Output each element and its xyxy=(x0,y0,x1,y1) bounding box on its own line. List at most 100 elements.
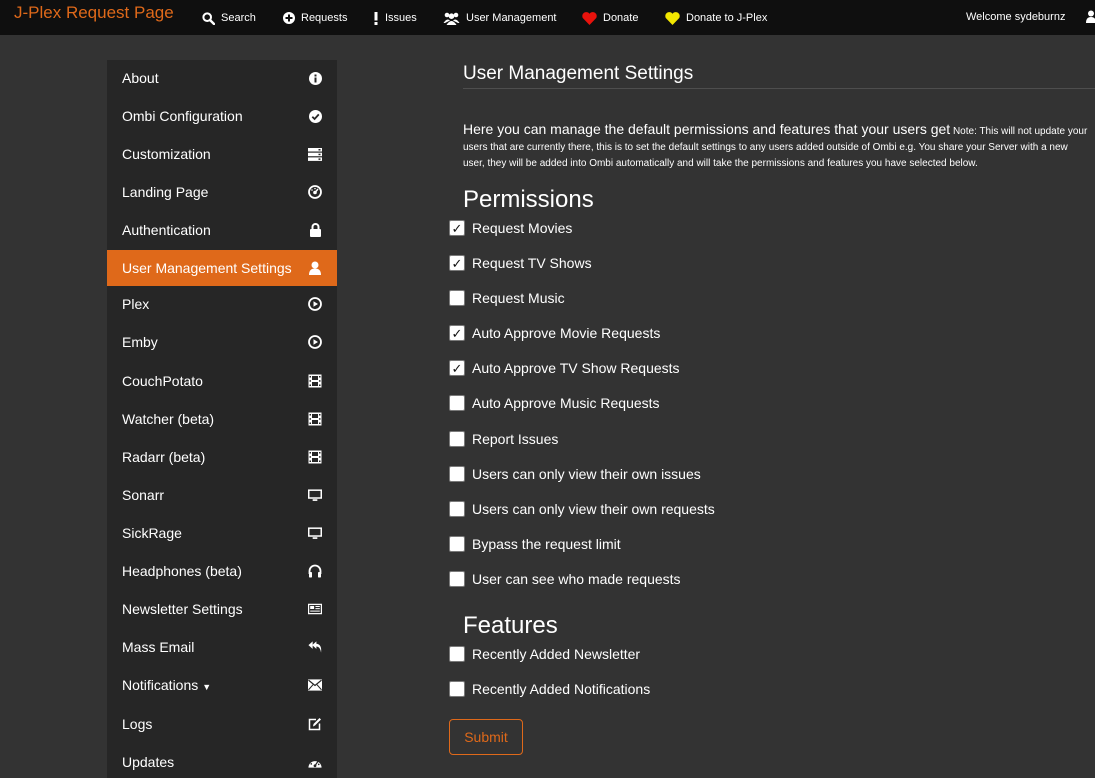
intro-main-text: Here you can manage the default permissi… xyxy=(463,121,951,137)
sidebar-item-couchpotato[interactable]: CouchPotato xyxy=(107,363,337,399)
checkbox[interactable] xyxy=(449,681,465,697)
sidebar-item-label: Notifications ▼ xyxy=(122,677,212,693)
sidebar-item-label: Newsletter Settings xyxy=(122,601,243,617)
permission-see-requester[interactable]: User can see who made requests xyxy=(449,570,681,588)
sidebar-item-label: CouchPotato xyxy=(122,373,203,389)
page-title: User Management Settings xyxy=(463,63,694,84)
sidebar-item-logs[interactable]: Logs xyxy=(107,706,337,742)
check-circle-icon xyxy=(308,109,322,123)
sidebar-item-about[interactable]: About xyxy=(107,60,337,96)
permission-own-requests[interactable]: Users can only view their own requests xyxy=(449,500,715,518)
checkbox[interactable] xyxy=(449,466,465,482)
sidebar-item-sickrage[interactable]: SickRage xyxy=(107,515,337,551)
nav-donate-jplex[interactable]: Donate to J-Plex xyxy=(665,10,767,26)
checkbox[interactable]: ✓ xyxy=(449,255,465,271)
play-circle-icon xyxy=(308,297,322,311)
users-icon xyxy=(443,12,460,25)
sidebar-item-updates[interactable]: Updates xyxy=(107,744,337,778)
checkbox-label: Request Music xyxy=(472,290,565,306)
info-icon xyxy=(308,71,322,85)
checkbox-label: Recently Added Newsletter xyxy=(472,646,641,662)
heart-icon xyxy=(582,11,597,25)
reply-all-icon xyxy=(308,640,322,654)
sidebar-item-label: Customization xyxy=(122,146,211,162)
nav-search[interactable]: Search xyxy=(202,10,256,26)
sidebar-item-label: Updates xyxy=(122,754,175,770)
sidebar-item-headphones[interactable]: Headphones (beta) xyxy=(107,553,337,589)
checkbox[interactable]: ✓ xyxy=(449,325,465,341)
sidebar-item-radarr[interactable]: Radarr (beta) xyxy=(107,439,337,475)
checkbox[interactable] xyxy=(449,501,465,517)
heart-icon xyxy=(665,11,680,25)
sidebar-item-landing-page[interactable]: Landing Page xyxy=(107,174,337,210)
permission-auto-approve-music[interactable]: Auto Approve Music Requests xyxy=(449,394,660,412)
permission-request-music[interactable]: Request Music xyxy=(449,289,565,307)
checkbox-label: User can see who made requests xyxy=(472,571,681,587)
sidebar-item-authentication[interactable]: Authentication xyxy=(107,212,337,248)
permission-auto-approve-tv[interactable]: ✓ Auto Approve TV Show Requests xyxy=(449,359,680,377)
sidebar-item-label: Sonarr xyxy=(122,487,165,503)
checkbox-label: Report Issues xyxy=(472,431,559,447)
monitor-icon xyxy=(308,526,322,540)
sidebar-item-label: Ombi Configuration xyxy=(122,108,243,124)
sidebar-item-emby[interactable]: Emby xyxy=(107,324,337,360)
nav-issues[interactable]: Issues xyxy=(373,10,417,26)
checkbox[interactable] xyxy=(449,395,465,411)
monitor-icon xyxy=(308,488,322,502)
sidebar-item-label: Logs xyxy=(122,716,153,732)
brand-title[interactable]: J-Plex Request Page xyxy=(14,3,174,23)
checkbox-label: Auto Approve Movie Requests xyxy=(472,325,661,341)
submit-button[interactable]: Submit xyxy=(449,719,523,755)
sidebar-item-label: User Management Settings xyxy=(122,260,292,276)
permission-own-issues[interactable]: Users can only view their own issues xyxy=(449,465,701,483)
sidebar-item-label: About xyxy=(122,70,159,86)
nav-user-management[interactable]: User Management xyxy=(443,10,557,26)
permission-request-movies[interactable]: ✓ Request Movies xyxy=(449,219,572,237)
sidebar-item-customization[interactable]: Customization xyxy=(107,136,337,172)
feature-recently-added-notifications[interactable]: Recently Added Notifications xyxy=(449,680,650,698)
checkbox[interactable]: ✓ xyxy=(449,360,465,376)
welcome-user[interactable]: Welcome sydeburnz xyxy=(966,11,1065,23)
sidebar-item-mass-email[interactable]: Mass Email xyxy=(107,629,337,665)
play-circle-icon xyxy=(308,335,322,349)
nav-issues-label: Issues xyxy=(385,12,417,24)
newspaper-icon xyxy=(308,602,322,616)
nav-user-management-label: User Management xyxy=(466,12,557,24)
checkbox[interactable] xyxy=(449,431,465,447)
sidebar-item-user-management-settings[interactable]: User Management Settings xyxy=(107,250,337,286)
checkbox[interactable] xyxy=(449,536,465,552)
sidebar-item-sonarr[interactable]: Sonarr xyxy=(107,477,337,513)
checkbox[interactable] xyxy=(449,571,465,587)
permission-auto-approve-movies[interactable]: ✓ Auto Approve Movie Requests xyxy=(449,324,660,342)
nav-requests[interactable]: Requests xyxy=(283,10,347,26)
sidebar-item-watcher[interactable]: Watcher (beta) xyxy=(107,401,337,437)
film-icon xyxy=(308,412,322,426)
permission-report-issues[interactable]: Report Issues xyxy=(449,430,558,448)
plus-circle-icon xyxy=(283,12,295,24)
user-icon[interactable] xyxy=(1086,10,1095,23)
sidebar-item-label: Plex xyxy=(122,296,150,312)
sidebar-item-label: Landing Page xyxy=(122,184,209,200)
title-divider xyxy=(463,88,1095,89)
permission-bypass-limit[interactable]: Bypass the request limit xyxy=(449,535,621,553)
permission-request-tv-shows[interactable]: ✓ Request TV Shows xyxy=(449,254,592,272)
sidebar-item-label: Mass Email xyxy=(122,639,195,655)
edit-icon xyxy=(308,717,322,731)
checkbox[interactable] xyxy=(449,646,465,662)
permissions-heading: Permissions xyxy=(463,186,594,213)
dashboard-icon xyxy=(308,185,322,199)
sidebar-item-plex[interactable]: Plex xyxy=(107,286,337,322)
sidebar-item-ombi-configuration[interactable]: Ombi Configuration xyxy=(107,98,337,134)
checkbox-label: Recently Added Notifications xyxy=(472,681,651,697)
sidebar-item-label: Authentication xyxy=(122,222,211,238)
checkbox[interactable] xyxy=(449,290,465,306)
nav-donate[interactable]: Donate xyxy=(582,10,638,26)
sidebar-item-newsletter-settings[interactable]: Newsletter Settings xyxy=(107,591,337,627)
caret-down-icon: ▼ xyxy=(202,682,212,692)
dashboard-icon xyxy=(308,755,322,769)
headphones-icon xyxy=(308,564,322,578)
feature-recently-added-newsletter[interactable]: Recently Added Newsletter xyxy=(449,645,640,663)
checkbox[interactable]: ✓ xyxy=(449,220,465,236)
sidebar-item-notifications[interactable]: Notifications ▼ xyxy=(107,667,337,703)
features-heading: Features xyxy=(463,612,558,639)
